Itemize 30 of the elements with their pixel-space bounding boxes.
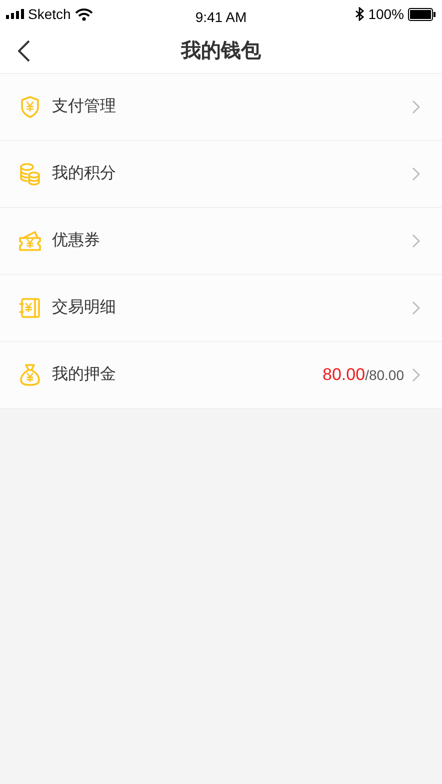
wallet-menu-item[interactable]: 交易明细 bbox=[0, 275, 442, 342]
battery-percent: 100% bbox=[368, 4, 404, 24]
wallet-menu-item[interactable]: 优惠券 bbox=[0, 208, 442, 275]
chevron-right-icon bbox=[412, 368, 420, 382]
chevron-right-icon bbox=[412, 301, 420, 315]
wallet-menu-item[interactable]: 支付管理 bbox=[0, 74, 442, 141]
menu-item-label: 我的积分 bbox=[52, 164, 116, 184]
deposit-total: /80.00 bbox=[365, 366, 404, 386]
money-bag-icon bbox=[18, 363, 42, 387]
menu-item-label: 我的押金 bbox=[52, 364, 116, 385]
deposit-amount: 80.00 bbox=[322, 364, 366, 386]
menu-item-label: 交易明细 bbox=[52, 298, 116, 318]
wallet-menu-item[interactable]: 我的积分 bbox=[0, 141, 442, 208]
battery-icon bbox=[408, 8, 436, 20]
shield-icon bbox=[18, 95, 42, 119]
menu-item-label: 优惠券 bbox=[52, 230, 100, 251]
coins-icon bbox=[18, 162, 42, 186]
bluetooth-icon bbox=[355, 7, 364, 21]
page-title: 我的钱包 bbox=[181, 38, 261, 64]
ledger-icon bbox=[18, 296, 42, 320]
carrier-name: Sketch bbox=[28, 4, 71, 24]
ticket-icon bbox=[18, 229, 42, 253]
wifi-icon bbox=[74, 8, 93, 20]
clock-time: 9:41 AM bbox=[195, 8, 247, 26]
wallet-menu-item[interactable]: 我的押金 80.00/80.00 bbox=[0, 342, 442, 409]
menu-item-label: 支付管理 bbox=[52, 96, 116, 117]
chevron-right-icon bbox=[412, 234, 420, 248]
chevron-right-icon bbox=[412, 100, 420, 114]
chevron-right-icon bbox=[412, 167, 420, 181]
signal-icon bbox=[6, 9, 24, 19]
